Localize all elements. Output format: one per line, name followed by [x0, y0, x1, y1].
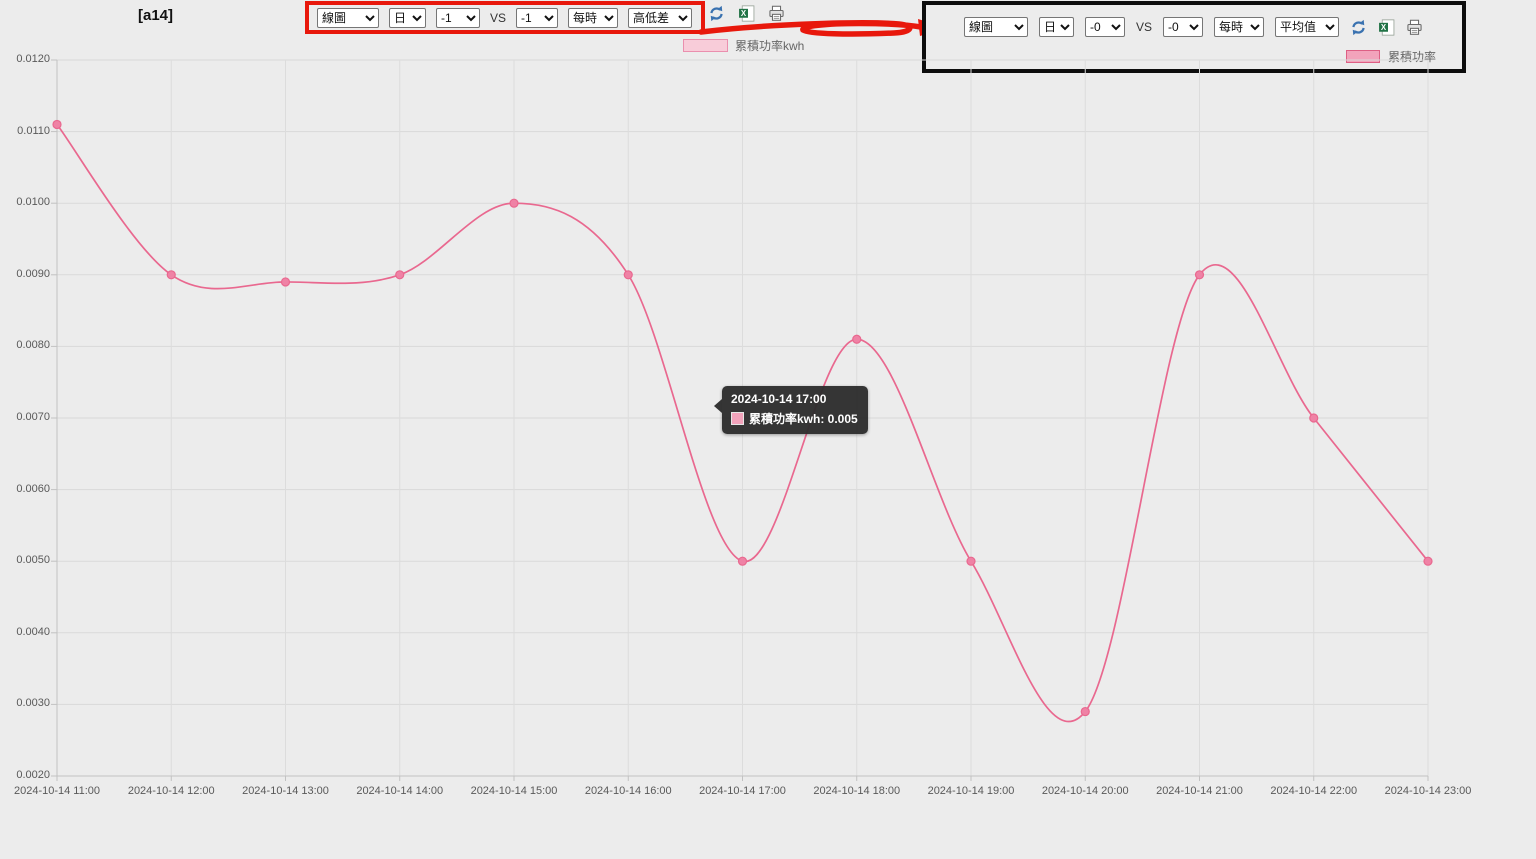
x-axis-tick-label: 2024-10-14 20:00 [1042, 785, 1129, 797]
x-axis-tick-label: 2024-10-14 23:00 [1385, 785, 1472, 797]
tooltip-series-swatch [731, 412, 744, 425]
x-axis-tick-label: 2024-10-14 21:00 [1156, 785, 1243, 797]
x-axis-tick-label: 2024-10-14 18:00 [813, 785, 900, 797]
data-point-marker[interactable] [1424, 557, 1432, 565]
data-point-marker[interactable] [853, 335, 861, 343]
y-axis-tick-label: 0.0050 [8, 554, 50, 566]
y-axis-tick-label: 0.0060 [8, 483, 50, 495]
x-axis-tick-label: 2024-10-14 11:00 [14, 785, 100, 797]
data-point-marker[interactable] [967, 557, 975, 565]
data-point-marker[interactable] [396, 271, 404, 279]
y-axis-tick-label: 0.0070 [8, 411, 50, 423]
x-axis-tick-label: 2024-10-14 17:00 [699, 785, 786, 797]
data-point-marker[interactable] [1310, 414, 1318, 422]
chart-tooltip: 2024-10-14 17:00 累積功率kwh: 0.005 [722, 386, 868, 434]
tooltip-series-value: 累積功率kwh: 0.005 [749, 410, 858, 427]
x-axis-tick-label: 2024-10-14 14:00 [356, 785, 443, 797]
data-point-marker[interactable] [624, 271, 632, 279]
x-axis-tick-label: 2024-10-14 12:00 [128, 785, 215, 797]
y-axis-tick-label: 0.0020 [8, 769, 50, 781]
y-axis-tick-label: 0.0040 [8, 626, 50, 638]
data-point-marker[interactable] [53, 120, 61, 128]
y-axis-tick-label: 0.0100 [8, 196, 50, 208]
x-axis-tick-label: 2024-10-14 13:00 [242, 785, 329, 797]
y-axis-tick-label: 0.0110 [8, 125, 50, 137]
x-axis-tick-label: 2024-10-14 16:00 [585, 785, 672, 797]
tooltip-title: 2024-10-14 17:00 [731, 392, 858, 406]
data-point-marker[interactable] [739, 557, 747, 565]
data-point-marker[interactable] [1081, 708, 1089, 716]
data-point-marker[interactable] [1196, 271, 1204, 279]
x-axis-tick-label: 2024-10-14 15:00 [471, 785, 558, 797]
data-point-marker[interactable] [510, 199, 518, 207]
y-axis-tick-label: 0.0090 [8, 268, 50, 280]
x-axis-tick-label: 2024-10-14 19:00 [928, 785, 1015, 797]
y-axis-tick-label: 0.0030 [8, 697, 50, 709]
y-axis-tick-label: 0.0080 [8, 339, 50, 351]
data-point-marker[interactable] [282, 278, 290, 286]
data-point-marker[interactable] [167, 271, 175, 279]
x-axis-tick-label: 2024-10-14 22:00 [1270, 785, 1357, 797]
y-axis-tick-label: 0.0120 [8, 53, 50, 65]
